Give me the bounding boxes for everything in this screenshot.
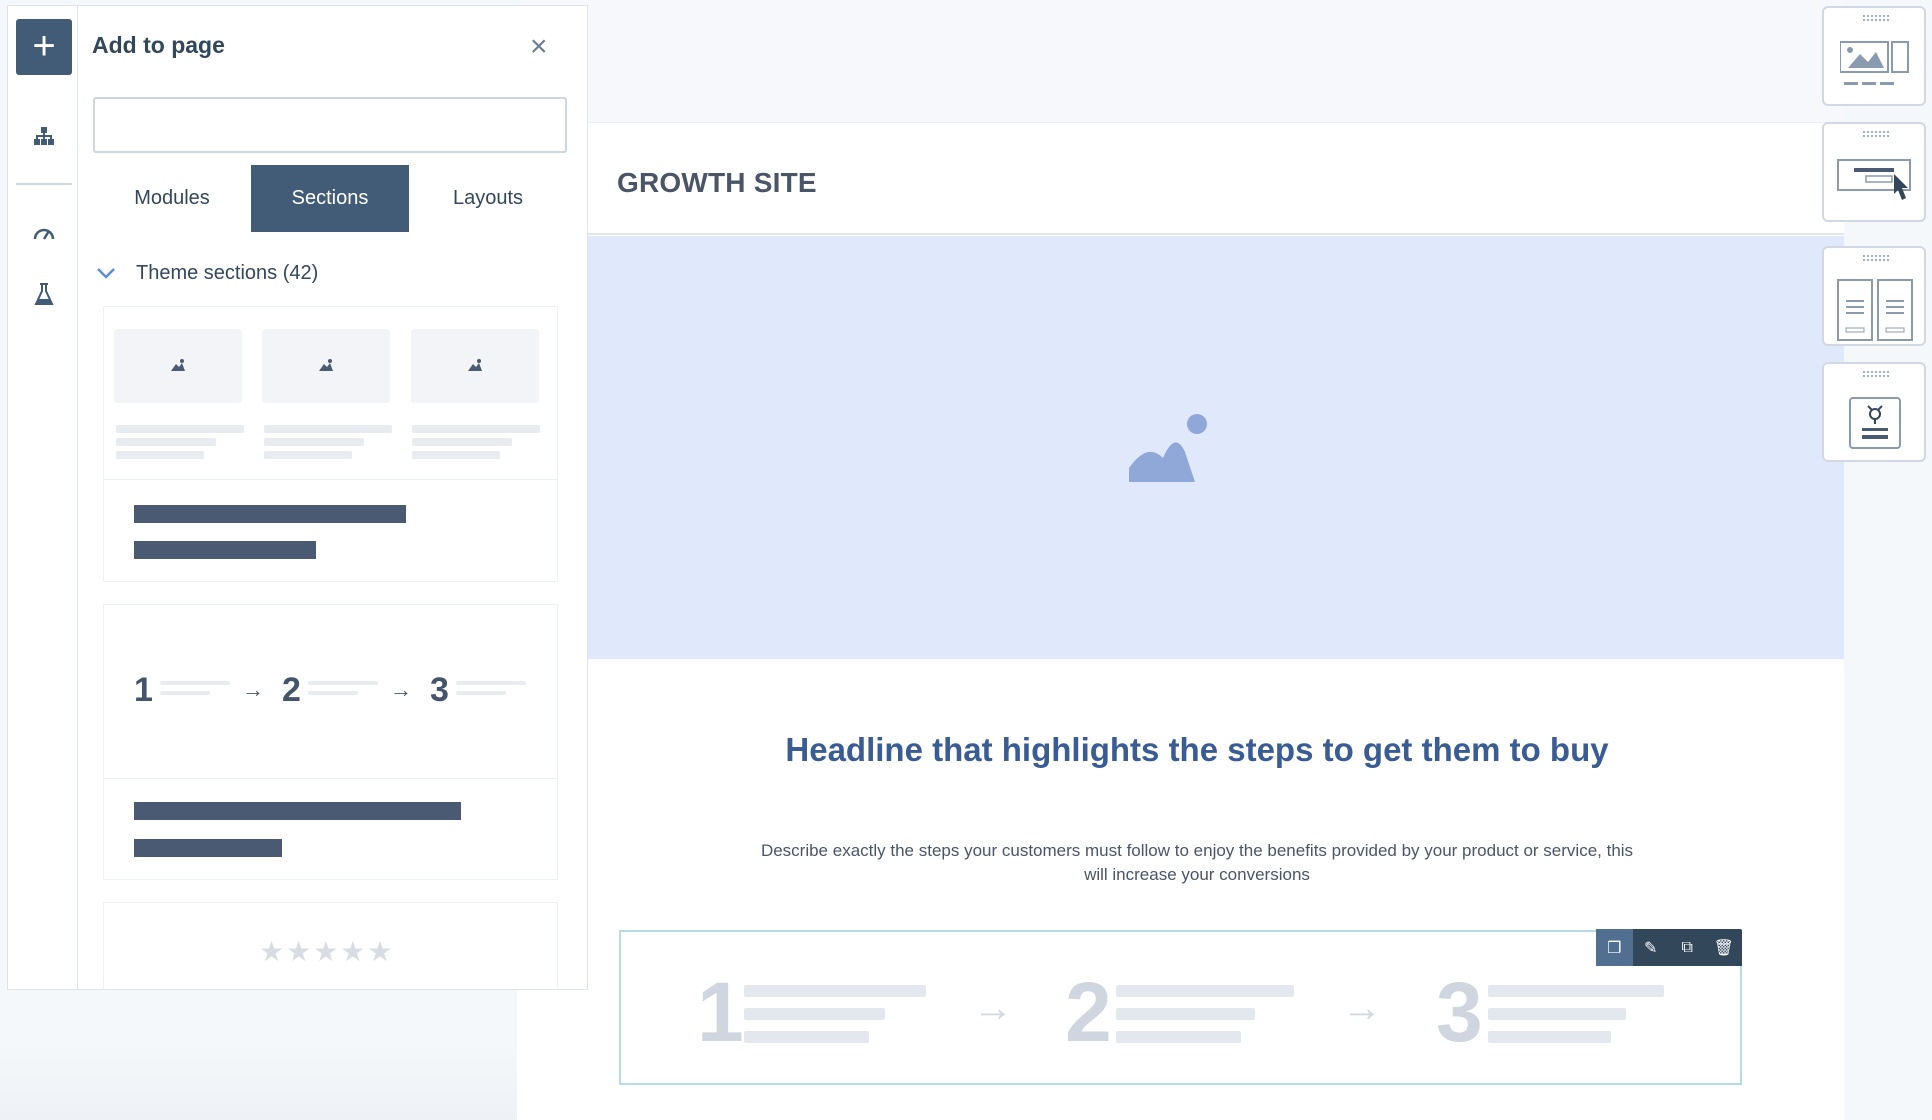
card-divider bbox=[104, 479, 557, 480]
step-text-bar bbox=[1116, 985, 1294, 997]
placeholder-line bbox=[412, 425, 540, 433]
arrow-right-icon: → bbox=[1342, 986, 1382, 1030]
tab-layouts[interactable]: Layouts bbox=[409, 165, 567, 232]
hero-section[interactable] bbox=[517, 236, 1844, 659]
card-title-bar bbox=[134, 802, 461, 820]
section-description[interactable]: Describe exactly the steps your customer… bbox=[757, 839, 1637, 887]
star-rating-icon: ★★★★★ bbox=[259, 936, 395, 967]
card-title-bar bbox=[134, 541, 316, 559]
placeholder-line bbox=[160, 691, 210, 695]
gauge-icon[interactable] bbox=[32, 223, 56, 247]
image-icon bbox=[468, 359, 482, 371]
sitemap-icon[interactable] bbox=[32, 126, 56, 150]
form-layout-icon bbox=[1849, 397, 1901, 449]
placeholder-line bbox=[160, 681, 230, 685]
step-number: 1 bbox=[134, 671, 153, 709]
arrow-right-icon: → bbox=[242, 677, 264, 702]
drag-handle-icon[interactable] bbox=[1862, 130, 1890, 138]
section-card[interactable]: ★★★★★ bbox=[103, 902, 558, 989]
rail-divider bbox=[16, 183, 72, 185]
card-divider bbox=[104, 778, 557, 779]
image-icon bbox=[319, 359, 333, 371]
add-to-page-panel: Add to page × Modules Sections Layouts T… bbox=[78, 5, 588, 990]
cta-layout-icon bbox=[1837, 159, 1911, 200]
arrow-right-icon: → bbox=[390, 677, 412, 702]
placeholder-line bbox=[308, 681, 378, 685]
placeholder-line bbox=[412, 451, 500, 459]
canvas-top-area bbox=[517, 0, 1844, 123]
pricing-layout-icon bbox=[1837, 279, 1913, 341]
step-number: 3 bbox=[430, 671, 449, 709]
panel-tabs: Modules Sections Layouts bbox=[93, 165, 567, 232]
page-canvas: GROWTH SITE Headline that highlights the… bbox=[517, 0, 1844, 1120]
workspace-background bbox=[0, 1040, 517, 1120]
step-text-bar bbox=[744, 1008, 885, 1020]
section-card[interactable]: 1 → 2 → 3 bbox=[103, 604, 558, 880]
section-thumbnail[interactable] bbox=[1822, 362, 1926, 462]
steps-module[interactable]: 1 → 2 → 3 bbox=[619, 930, 1742, 1085]
section-header-label: Theme sections (42) bbox=[136, 262, 319, 284]
step-text-bar bbox=[744, 1031, 869, 1043]
close-icon[interactable]: × bbox=[530, 32, 548, 62]
step-text-bar bbox=[1488, 1031, 1611, 1043]
edit-icon[interactable]: ✎ bbox=[1633, 929, 1670, 966]
chevron-down-icon bbox=[96, 263, 118, 284]
drag-handle-icon[interactable] bbox=[1862, 14, 1890, 22]
placeholder-line bbox=[116, 438, 216, 446]
card-image-placeholder bbox=[411, 329, 539, 403]
step-number: 2 bbox=[1065, 965, 1112, 1059]
placeholder-line bbox=[412, 438, 512, 446]
arrow-right-icon: → bbox=[973, 986, 1013, 1030]
site-header[interactable]: GROWTH SITE bbox=[517, 123, 1844, 235]
tab-modules[interactable]: Modules bbox=[93, 165, 251, 232]
placeholder-line bbox=[308, 691, 358, 695]
placeholder-line bbox=[456, 681, 526, 685]
placeholder-line bbox=[264, 425, 392, 433]
card-image-placeholder bbox=[114, 329, 242, 403]
flask-icon[interactable] bbox=[32, 282, 56, 306]
duplicate-icon[interactable]: ⧉ bbox=[1669, 929, 1706, 966]
clone-icon[interactable]: ❐ bbox=[1596, 929, 1633, 966]
search-input[interactable] bbox=[93, 97, 567, 153]
placeholder-line bbox=[264, 438, 364, 446]
site-title: GROWTH SITE bbox=[617, 167, 817, 198]
image-placeholder-icon bbox=[1129, 414, 1207, 482]
add-button[interactable]: + bbox=[16, 19, 72, 75]
step-text-bar bbox=[1488, 985, 1664, 997]
left-rail: + bbox=[7, 5, 78, 990]
placeholder-line bbox=[116, 451, 204, 459]
section-thumbnail[interactable] bbox=[1822, 6, 1926, 106]
placeholder-line bbox=[264, 451, 352, 459]
section-card[interactable] bbox=[103, 306, 558, 582]
section-headline[interactable]: Headline that highlights the steps to ge… bbox=[757, 728, 1637, 772]
step-text-bar bbox=[1116, 1031, 1241, 1043]
step-number: 1 bbox=[697, 965, 744, 1059]
card-image-placeholder bbox=[262, 329, 390, 403]
card-title-bar bbox=[134, 505, 406, 523]
drag-handle-icon[interactable] bbox=[1862, 254, 1890, 262]
theme-sections-toggle[interactable]: Theme sections (42) bbox=[96, 262, 318, 285]
placeholder-line bbox=[116, 425, 244, 433]
step-number: 2 bbox=[282, 671, 301, 709]
step-text-bar bbox=[1488, 1008, 1626, 1020]
image-icon bbox=[171, 359, 185, 371]
image-layout-icon bbox=[1840, 41, 1909, 85]
section-thumbnail[interactable] bbox=[1822, 246, 1926, 346]
placeholder-line bbox=[456, 691, 506, 695]
module-toolbar: ❐ ✎ ⧉ 🗑 bbox=[1596, 929, 1742, 966]
delete-icon[interactable]: 🗑 bbox=[1706, 929, 1743, 966]
panel-title: Add to page bbox=[92, 32, 225, 58]
step-text-bar bbox=[744, 985, 926, 997]
tab-sections[interactable]: Sections bbox=[251, 165, 409, 232]
section-thumbnail[interactable] bbox=[1822, 122, 1926, 222]
drag-handle-icon[interactable] bbox=[1862, 370, 1890, 378]
step-text-bar bbox=[1116, 1008, 1255, 1020]
step-number: 3 bbox=[1436, 965, 1483, 1059]
card-title-bar bbox=[134, 839, 282, 857]
